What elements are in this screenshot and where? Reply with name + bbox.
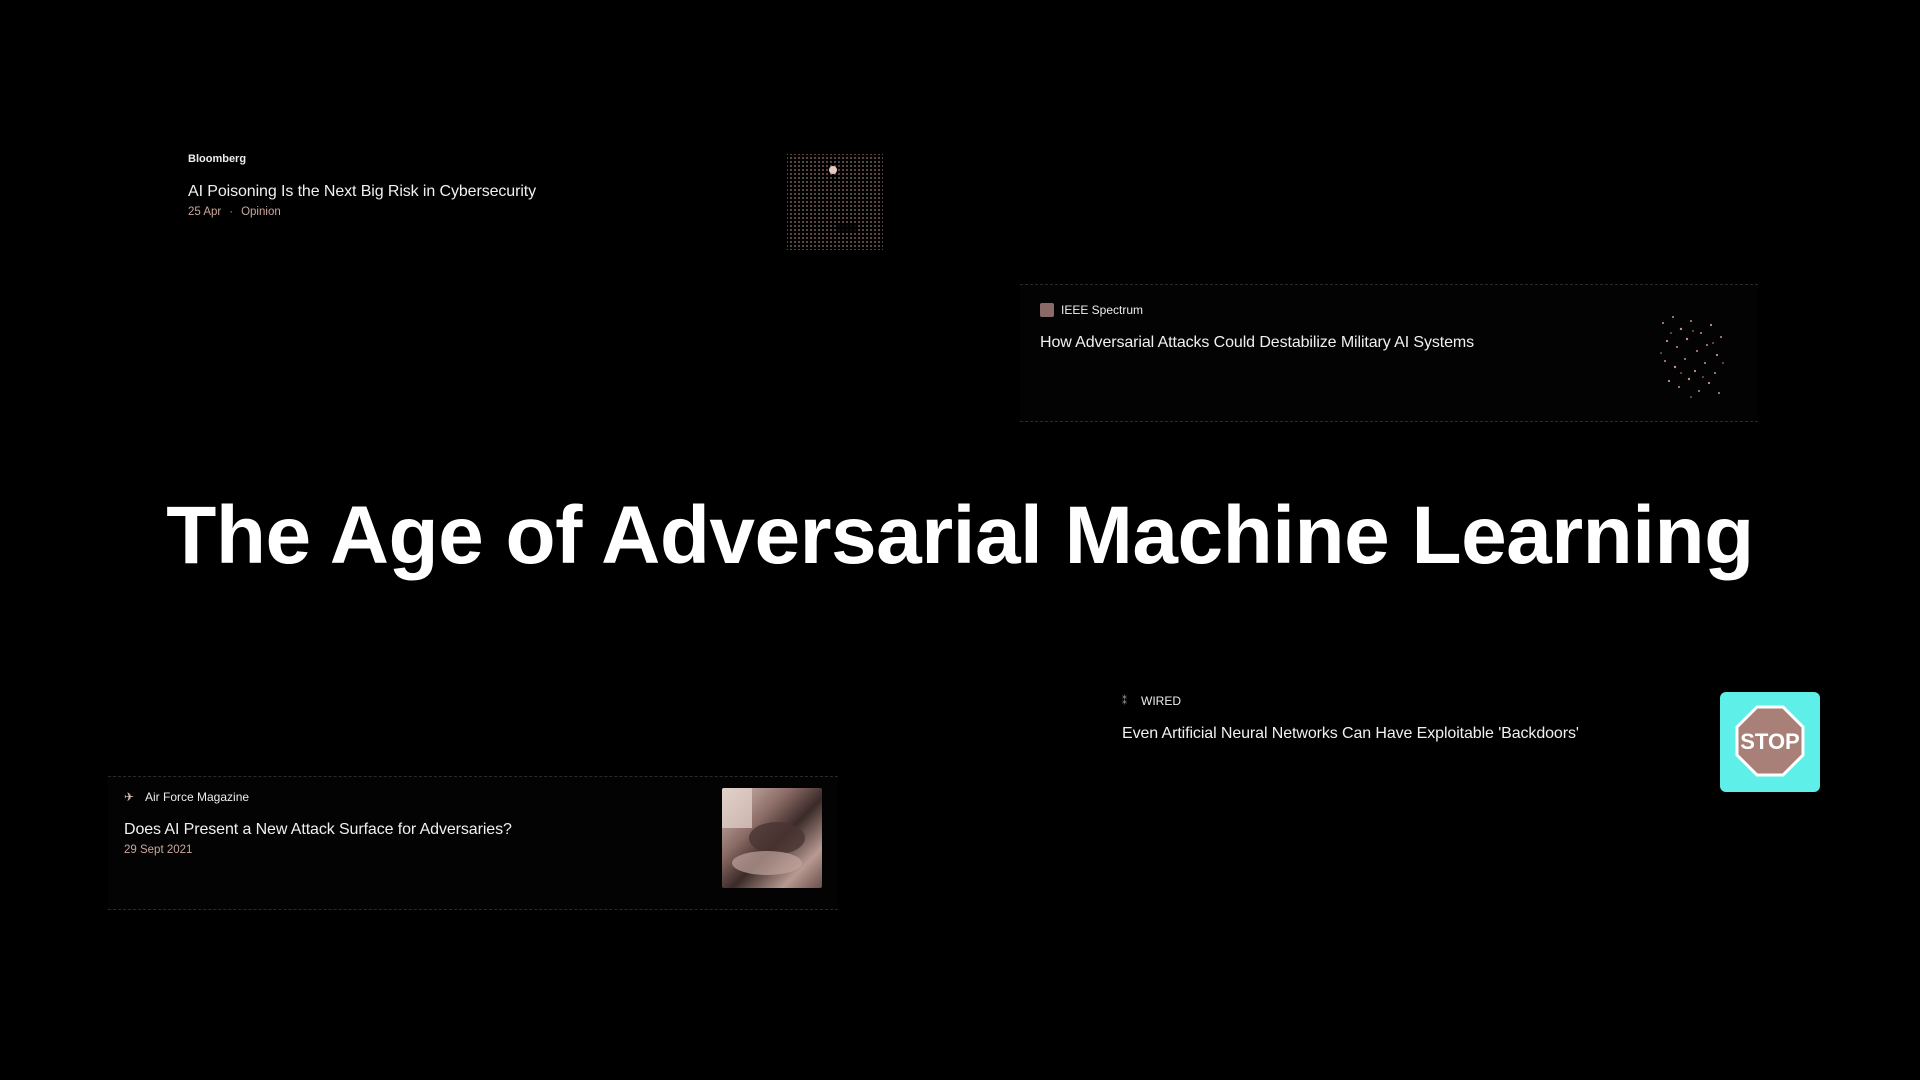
ieee-spectrum-icon <box>1040 303 1054 317</box>
article-date: 29 Sept 2021 <box>124 844 193 856</box>
news-card-wired[interactable]: ⁑ WIRED Even Artificial Neural Networks … <box>1122 692 1822 802</box>
source-name: WIRED <box>1141 694 1181 708</box>
dotted-grid-thumbnail <box>785 152 885 252</box>
source-row: Bloomberg <box>188 150 888 168</box>
slide: Bloomberg AI Poisoning Is the Next Big R… <box>0 0 1920 1080</box>
article-meta: 29 Sept 2021 <box>124 844 822 856</box>
air-force-wings-icon: ✈ <box>124 790 135 804</box>
article-tag: Opinion <box>241 206 281 218</box>
page-title: The Age of Adversarial Machine Learning <box>166 490 1754 581</box>
headline[interactable]: Does AI Present a New Attack Surface for… <box>124 820 822 840</box>
source-row: ✈ Air Force Magazine <box>124 788 822 806</box>
news-card-bloomberg[interactable]: Bloomberg AI Poisoning Is the Next Big R… <box>188 150 888 260</box>
news-card-air-force-magazine[interactable]: ✈ Air Force Magazine Does AI Present a N… <box>108 776 838 910</box>
stop-sign-text: STOP <box>1740 729 1800 754</box>
article-meta: 25 Apr · Opinion <box>188 206 888 218</box>
source-name: Bloomberg <box>188 153 247 165</box>
source-name: IEEE Spectrum <box>1061 303 1144 317</box>
meta-separator: · <box>229 206 234 218</box>
noise-particles-thumbnail <box>1651 303 1731 403</box>
source-row: ⁑ WIRED <box>1122 692 1822 710</box>
wired-icon: ⁑ <box>1122 695 1127 707</box>
source-row: IEEE Spectrum <box>1040 301 1738 319</box>
article-date: 25 Apr <box>188 206 222 218</box>
source-name: Air Force Magazine <box>145 790 250 804</box>
stop-sign-thumbnail: STOP <box>1720 692 1820 792</box>
headline[interactable]: Even Artificial Neural Networks Can Have… <box>1122 724 1822 744</box>
headline[interactable]: AI Poisoning Is the Next Big Risk in Cyb… <box>188 182 888 202</box>
photo-thumbnail <box>722 788 822 888</box>
news-card-ieee-spectrum[interactable]: IEEE Spectrum How Adversarial Attacks Co… <box>1020 284 1758 422</box>
headline[interactable]: How Adversarial Attacks Could Destabiliz… <box>1040 333 1738 353</box>
